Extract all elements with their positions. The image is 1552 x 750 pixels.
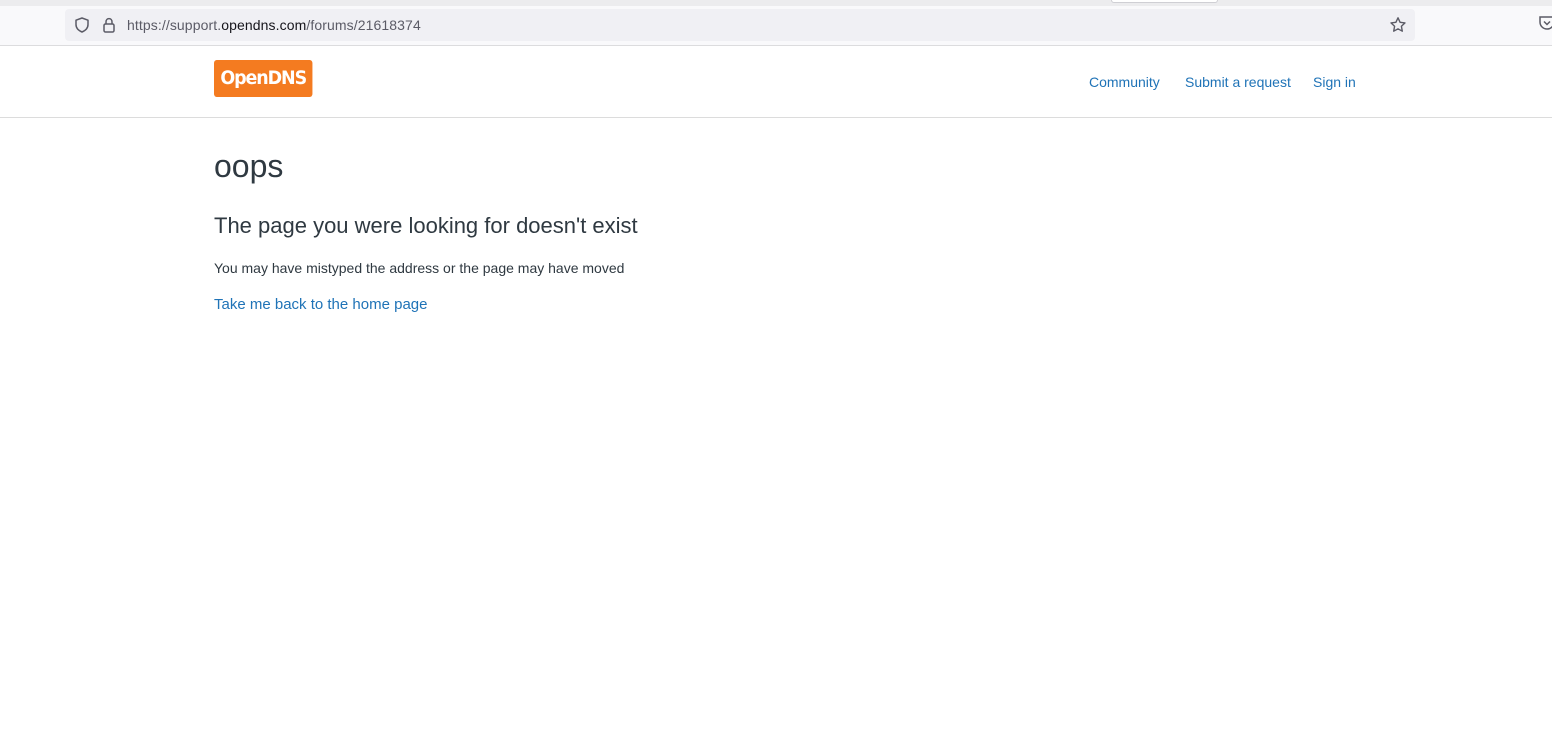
url-text[interactable]: https://support.opendns.com/forums/21618… <box>127 17 421 33</box>
nav-community[interactable]: Community <box>1089 74 1160 90</box>
active-tab-edge[interactable] <box>1111 0 1218 3</box>
error-subtitle: The page you were looking for doesn't ex… <box>214 213 638 238</box>
url-prefix: https://support. <box>127 17 222 33</box>
shield-icon[interactable] <box>73 16 91 34</box>
pocket-icon[interactable] <box>1538 16 1552 30</box>
address-bar[interactable]: https://support.opendns.com/forums/21618… <box>65 9 1415 41</box>
nav-sign-in[interactable]: Sign in <box>1313 74 1356 90</box>
error-description: You may have mistyped the address or the… <box>214 260 625 276</box>
lock-icon[interactable] <box>100 16 118 34</box>
nav-submit-request[interactable]: Submit a request <box>1185 74 1291 90</box>
site-header: OpenDNS Community Submit a request Sign … <box>0 46 1552 118</box>
url-path: /forums/21618374 <box>306 17 421 33</box>
star-icon[interactable] <box>1389 16 1407 34</box>
browser-toolbar: https://support.opendns.com/forums/21618… <box>0 0 1552 46</box>
page-title: oops <box>214 148 284 184</box>
nav-submit-request-link[interactable]: Submit a request <box>1185 74 1291 90</box>
nav-community-link[interactable]: Community <box>1089 74 1160 90</box>
nav-sign-in-link[interactable]: Sign in <box>1313 74 1356 90</box>
opendns-logo[interactable]: OpenDNS <box>214 60 313 97</box>
url-host: opendns.com <box>221 17 307 33</box>
tab-strip <box>0 0 1552 6</box>
home-page-link[interactable]: Take me back to the home page <box>214 295 427 315</box>
